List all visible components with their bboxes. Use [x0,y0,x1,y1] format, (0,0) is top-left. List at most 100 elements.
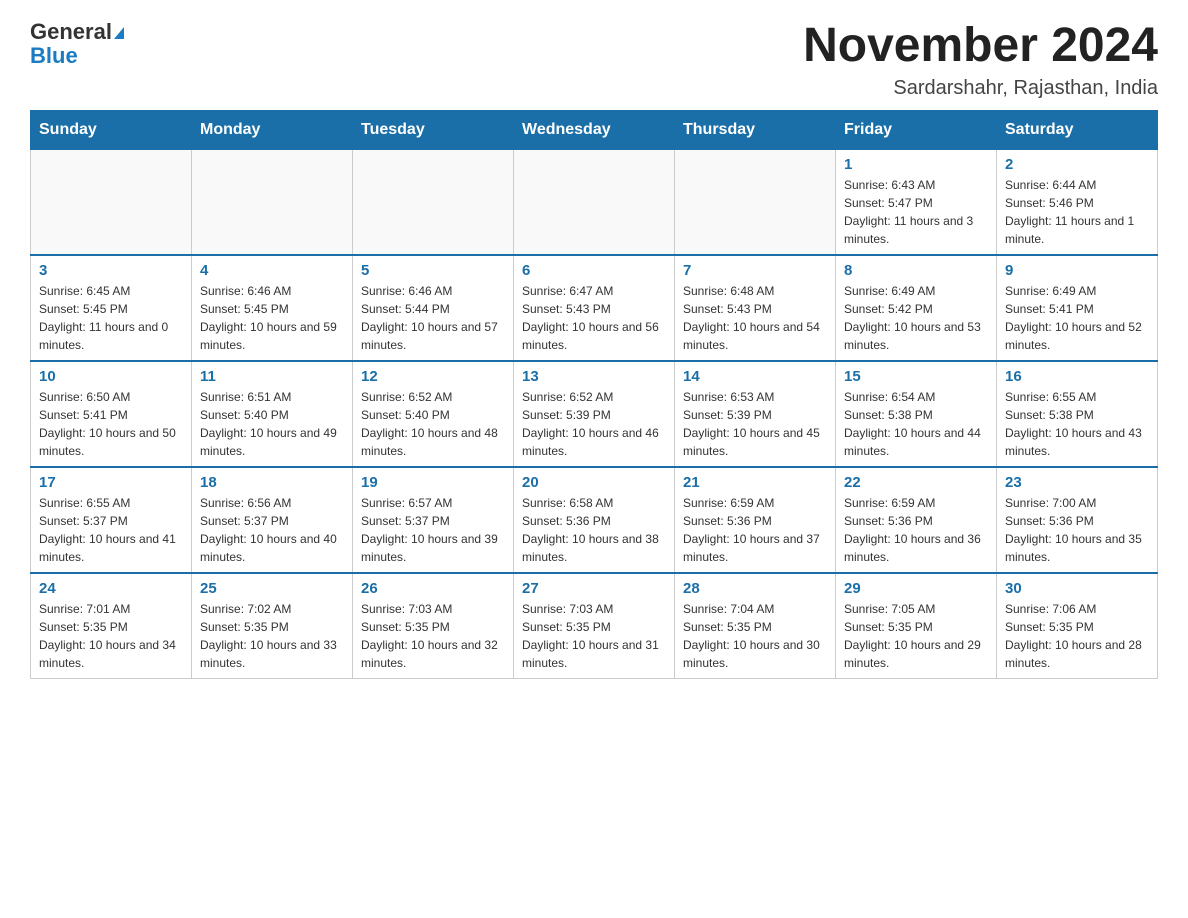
calendar-cell-4-3: 19Sunrise: 6:57 AMSunset: 5:37 PMDayligh… [353,467,514,573]
calendar-cell-4-7: 23 Sunrise: 7:00 AMSunset: 5:36 PMDayligh… [997,467,1158,573]
day-number: 20 [522,474,666,491]
calendar-cell-3-6: 15 Sunrise: 6:54 AMSunset: 5:38 PMDayligh… [836,361,997,467]
calendar-cell-5-6: 29 Sunrise: 7:05 AMSunset: 5:35 PMDayligh… [836,573,997,679]
calendar-week-3: 10 Sunrise: 6:50 AMSunset: 5:41 PMDayligh… [31,361,1158,467]
calendar-cell-2-5: 7Sunrise: 6:48 AMSunset: 5:43 PMDaylight… [675,255,836,361]
day-info: Sunrise: 6:47 AMSunset: 5:43 PMDaylight:… [522,282,666,354]
title-area: November 2024 Sardarshahr, Rajasthan, In… [803,20,1158,100]
day-number: 18 [200,474,344,491]
day-info: Sunrise: 7:02 AMSunset: 5:35 PMDaylight:… [200,600,344,672]
calendar-cell-5-3: 26 Sunrise: 7:03 AMSunset: 5:35 PMDayligh… [353,573,514,679]
day-number: 28 [683,580,827,597]
day-info: Sunrise: 6:55 AMSunset: 5:38 PMDaylight:… [1005,388,1149,460]
day-number: 30 [1005,580,1149,597]
calendar-header-wednesday: Wednesday [514,110,675,149]
day-number: 3 [39,262,183,279]
day-number: 7 [683,262,827,279]
calendar-cell-2-2: 4 Sunrise: 6:46 AMSunset: 5:45 PMDaylight… [192,255,353,361]
logo-blue-text: Blue [30,44,124,68]
day-number: 23 [1005,474,1149,491]
calendar-cell-1-3 [353,149,514,255]
day-info: Sunrise: 6:49 AMSunset: 5:42 PMDaylight:… [844,282,988,354]
day-info: Sunrise: 7:01 AMSunset: 5:35 PMDaylight:… [39,600,183,672]
calendar-cell-4-5: 21Sunrise: 6:59 AMSunset: 5:36 PMDayligh… [675,467,836,573]
day-info: Sunrise: 6:45 AMSunset: 5:45 PMDaylight:… [39,282,183,354]
day-number: 15 [844,368,988,385]
calendar-cell-3-4: 13 Sunrise: 6:52 AMSunset: 5:39 PMDayligh… [514,361,675,467]
calendar-header-tuesday: Tuesday [353,110,514,149]
calendar-cell-1-7: 2 Sunrise: 6:44 AMSunset: 5:46 PMDaylight… [997,149,1158,255]
day-number: 14 [683,368,827,385]
calendar-cell-5-2: 25 Sunrise: 7:02 AMSunset: 5:35 PMDayligh… [192,573,353,679]
calendar-cell-3-7: 16 Sunrise: 6:55 AMSunset: 5:38 PMDayligh… [997,361,1158,467]
calendar-header-friday: Friday [836,110,997,149]
calendar-cell-2-3: 5Sunrise: 6:46 AMSunset: 5:44 PMDaylight… [353,255,514,361]
calendar-table: SundayMondayTuesdayWednesdayThursdayFrid… [30,110,1158,679]
calendar-cell-1-6: 1 Sunrise: 6:43 AMSunset: 5:47 PMDaylight… [836,149,997,255]
day-number: 13 [522,368,666,385]
day-info: Sunrise: 6:59 AMSunset: 5:36 PMDaylight:… [844,494,988,566]
day-number: 11 [200,368,344,385]
calendar-header-monday: Monday [192,110,353,149]
day-number: 21 [683,474,827,491]
calendar-cell-1-5 [675,149,836,255]
day-info: Sunrise: 6:46 AMSunset: 5:45 PMDaylight:… [200,282,344,354]
day-info: Sunrise: 6:51 AMSunset: 5:40 PMDaylight:… [200,388,344,460]
calendar-cell-3-1: 10 Sunrise: 6:50 AMSunset: 5:41 PMDayligh… [31,361,192,467]
day-number: 10 [39,368,183,385]
day-info: Sunrise: 7:03 AMSunset: 5:35 PMDaylight:… [361,600,505,672]
day-number: 2 [1005,156,1149,173]
day-number: 9 [1005,262,1149,279]
calendar-cell-2-6: 8 Sunrise: 6:49 AMSunset: 5:42 PMDaylight… [836,255,997,361]
calendar-week-1: 1 Sunrise: 6:43 AMSunset: 5:47 PMDaylight… [31,149,1158,255]
day-number: 24 [39,580,183,597]
logo-triangle-icon [114,27,124,39]
calendar-cell-2-1: 3 Sunrise: 6:45 AMSunset: 5:45 PMDaylight… [31,255,192,361]
day-number: 22 [844,474,988,491]
day-info: Sunrise: 7:05 AMSunset: 5:35 PMDaylight:… [844,600,988,672]
day-number: 8 [844,262,988,279]
calendar-cell-1-1 [31,149,192,255]
day-info: Sunrise: 6:44 AMSunset: 5:46 PMDaylight:… [1005,176,1149,248]
calendar-cell-5-5: 28 Sunrise: 7:04 AMSunset: 5:35 PMDayligh… [675,573,836,679]
calendar-cell-4-4: 20 Sunrise: 6:58 AMSunset: 5:36 PMDayligh… [514,467,675,573]
calendar-cell-4-2: 18Sunrise: 6:56 AMSunset: 5:37 PMDayligh… [192,467,353,573]
day-info: Sunrise: 7:00 AMSunset: 5:36 PMDaylight:… [1005,494,1149,566]
day-number: 17 [39,474,183,491]
calendar-cell-3-2: 11 Sunrise: 6:51 AMSunset: 5:40 PMDayligh… [192,361,353,467]
logo: General Blue [30,20,124,68]
day-info: Sunrise: 6:58 AMSunset: 5:36 PMDaylight:… [522,494,666,566]
day-number: 27 [522,580,666,597]
day-info: Sunrise: 6:43 AMSunset: 5:47 PMDaylight:… [844,176,988,248]
calendar-cell-2-4: 6Sunrise: 6:47 AMSunset: 5:43 PMDaylight… [514,255,675,361]
day-number: 4 [200,262,344,279]
day-number: 25 [200,580,344,597]
calendar-cell-3-5: 14 Sunrise: 6:53 AMSunset: 5:39 PMDayligh… [675,361,836,467]
day-number: 12 [361,368,505,385]
month-year-title: November 2024 [803,20,1158,73]
day-number: 26 [361,580,505,597]
day-info: Sunrise: 6:57 AMSunset: 5:37 PMDaylight:… [361,494,505,566]
calendar-cell-1-2 [192,149,353,255]
calendar-cell-5-1: 24 Sunrise: 7:01 AMSunset: 5:35 PMDayligh… [31,573,192,679]
day-number: 1 [844,156,988,173]
day-info: Sunrise: 6:52 AMSunset: 5:39 PMDaylight:… [522,388,666,460]
calendar-week-2: 3 Sunrise: 6:45 AMSunset: 5:45 PMDaylight… [31,255,1158,361]
day-number: 29 [844,580,988,597]
day-info: Sunrise: 6:53 AMSunset: 5:39 PMDaylight:… [683,388,827,460]
calendar-header-row: SundayMondayTuesdayWednesdayThursdayFrid… [31,110,1158,149]
location-subtitle: Sardarshahr, Rajasthan, India [803,77,1158,100]
day-number: 16 [1005,368,1149,385]
day-info: Sunrise: 6:50 AMSunset: 5:41 PMDaylight:… [39,388,183,460]
day-info: Sunrise: 6:54 AMSunset: 5:38 PMDaylight:… [844,388,988,460]
calendar-cell-4-6: 22 Sunrise: 6:59 AMSunset: 5:36 PMDayligh… [836,467,997,573]
day-info: Sunrise: 7:04 AMSunset: 5:35 PMDaylight:… [683,600,827,672]
calendar-week-4: 17Sunrise: 6:55 AMSunset: 5:37 PMDayligh… [31,467,1158,573]
calendar-cell-5-4: 27Sunrise: 7:03 AMSunset: 5:35 PMDayligh… [514,573,675,679]
calendar-week-5: 24 Sunrise: 7:01 AMSunset: 5:35 PMDayligh… [31,573,1158,679]
day-info: Sunrise: 7:06 AMSunset: 5:35 PMDaylight:… [1005,600,1149,672]
calendar-cell-3-3: 12 Sunrise: 6:52 AMSunset: 5:40 PMDayligh… [353,361,514,467]
day-info: Sunrise: 6:52 AMSunset: 5:40 PMDaylight:… [361,388,505,460]
logo-general-text: General [30,19,112,44]
header: General Blue November 2024 Sardarshahr, … [30,20,1158,100]
